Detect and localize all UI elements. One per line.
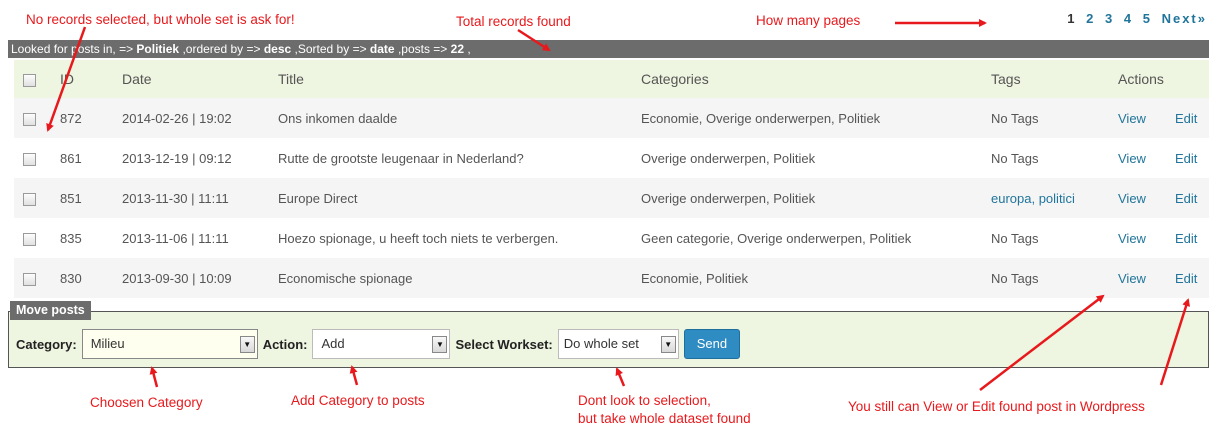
view-link[interactable]: View (1118, 191, 1146, 206)
row-checkbox[interactable] (23, 272, 36, 286)
header-date[interactable]: Date (122, 60, 278, 98)
edit-link[interactable]: Edit (1175, 271, 1197, 286)
edit-link[interactable]: Edit (1175, 151, 1197, 166)
caret-down-icon: ▼ (239, 336, 255, 353)
action-label: Action: (262, 336, 308, 352)
cell-date: 2013-11-30 | 11:11 (122, 178, 278, 218)
pagination: 1 2 3 4 5 Next» (1063, 11, 1207, 26)
cell-categories: Overige onderwerpen, Politiek (641, 138, 991, 178)
info-posts-text: ,posts => (394, 42, 451, 56)
arrow-to-category-select (149, 366, 159, 388)
cell-title: Rutte de grootste leugenaar in Nederland… (278, 138, 641, 178)
edit-link[interactable]: Edit (1175, 191, 1197, 206)
select-all-checkbox[interactable] (23, 73, 36, 87)
cell-categories: Geen categorie, Overige onderwerpen, Pol… (641, 218, 991, 258)
header-title[interactable]: Title (278, 60, 641, 98)
annotation-dont-look-1: Dont look to selection, (578, 393, 711, 408)
cell-date: 2014-02-26 | 19:02 (122, 98, 278, 138)
workset-label: Select Workset: (455, 336, 553, 352)
page-link-2[interactable]: 2 (1086, 11, 1095, 26)
annotation-no-records: No records selected, but whole set is as… (26, 12, 295, 27)
cell-categories: Economie, Politiek (641, 258, 991, 298)
annotation-dont-look-2: but take whole dataset found (578, 411, 751, 425)
info-category: Politiek (136, 42, 180, 56)
header-actions: Actions (1118, 60, 1209, 98)
workset-select[interactable]: Do whole set ▼ (557, 329, 679, 359)
cell-tags: No Tags (991, 110, 1039, 126)
cell-tags: No Tags (991, 230, 1039, 246)
cell-tags: No Tags (991, 150, 1039, 166)
info-sort: date (369, 42, 395, 56)
cell-id: 851 (60, 178, 122, 218)
cell-title: Europe Direct (278, 178, 641, 218)
page-link-3[interactable]: 3 (1105, 11, 1114, 26)
page-link-1[interactable]: 1 (1067, 11, 1076, 26)
cell-tags[interactable]: europa, politici (991, 191, 1075, 206)
category-select-value: Milieu (90, 336, 125, 351)
table-row: 872 2014-02-26 | 19:02 Ons inkomen daalde E… (14, 98, 1209, 138)
row-checkbox[interactable] (23, 112, 36, 126)
cell-categories: Economie, Overige onderwerpen, Politiek (641, 98, 991, 138)
cell-title: Economische spionage (278, 258, 641, 298)
next-page-link[interactable]: Next» (1162, 11, 1207, 26)
arrow-to-action-select (349, 365, 359, 386)
category-label: Category: (16, 336, 77, 352)
header-categories[interactable]: Categories (641, 60, 991, 98)
cell-id: 835 (60, 218, 122, 258)
action-select[interactable]: Add ▼ (312, 329, 451, 359)
view-link[interactable]: View (1118, 111, 1146, 126)
category-select[interactable]: Milieu ▼ (81, 329, 258, 359)
header-id[interactable]: ID (60, 60, 122, 98)
annotation-chosen-category: Choosen Category (90, 395, 203, 410)
info-sort-text: ,Sorted by => (291, 42, 370, 56)
page-link-5[interactable]: 5 (1143, 11, 1152, 26)
info-prefix: Looked for posts in, => (11, 42, 137, 56)
annotation-how-many-pages: How many pages (756, 13, 861, 28)
cell-id: 872 (60, 98, 122, 138)
cell-title: Ons inkomen daalde (278, 98, 641, 138)
view-link[interactable]: View (1118, 151, 1146, 166)
header-tags[interactable]: Tags (991, 60, 1118, 98)
table-row: 830 2013-09-30 | 10:09 Economische spionag… (14, 258, 1209, 298)
cell-id: 830 (60, 258, 122, 298)
annotation-add-category: Add Category to posts (291, 393, 425, 408)
row-checkbox[interactable] (23, 152, 36, 166)
move-posts-form: Category: Milieu ▼ Action: Add ▼ Select … (16, 329, 741, 359)
cell-tags: No Tags (991, 270, 1039, 286)
row-checkbox[interactable] (23, 232, 36, 246)
cell-id: 861 (60, 138, 122, 178)
info-order-text: ,ordered by => (179, 42, 264, 56)
search-info-bar: Looked for posts in, => Politiek ,ordere… (8, 40, 1209, 58)
table-row: 861 2013-12-19 | 09:12 Rutte de grootste l… (14, 138, 1209, 178)
annotation-total-records: Total records found (456, 14, 571, 29)
cell-date: 2013-12-19 | 09:12 (122, 138, 278, 178)
table-row: 851 2013-11-30 | 11:11 Europe Direct Overig… (14, 178, 1209, 218)
view-link[interactable]: View (1118, 271, 1146, 286)
posts-table: ID Date Title Categories Tags Actions 87… (14, 60, 1209, 298)
caret-down-icon: ▼ (660, 336, 676, 353)
workset-select-value: Do whole set (563, 336, 639, 351)
info-posts-count: 22 (450, 42, 465, 56)
info-order: desc (263, 42, 292, 56)
send-button[interactable]: Send (683, 329, 741, 359)
cell-categories: Overige onderwerpen, Politiek (641, 178, 991, 218)
table-row: 835 2013-11-06 | 11:11 Hoezo spionage, u h… (14, 218, 1209, 258)
edit-link[interactable]: Edit (1175, 111, 1197, 126)
caret-down-icon: ▼ (432, 336, 448, 353)
arrow-to-workset-select (615, 367, 626, 387)
table-header-row: ID Date Title Categories Tags Actions (14, 60, 1209, 98)
page-link-4[interactable]: 4 (1124, 11, 1133, 26)
cell-date: 2013-11-06 | 11:11 (122, 218, 278, 258)
info-suffix: , (464, 42, 471, 56)
cell-date: 2013-09-30 | 10:09 (122, 258, 278, 298)
edit-link[interactable]: Edit (1175, 231, 1197, 246)
cell-title: Hoezo spionage, u heeft toch niets te ve… (278, 218, 641, 258)
annotation-view-edit: You still can View or Edit found post in… (848, 399, 1145, 414)
row-checkbox[interactable] (23, 192, 36, 206)
move-posts-legend: Move posts (10, 301, 91, 320)
view-link[interactable]: View (1118, 231, 1146, 246)
action-select-value: Add (321, 336, 345, 351)
